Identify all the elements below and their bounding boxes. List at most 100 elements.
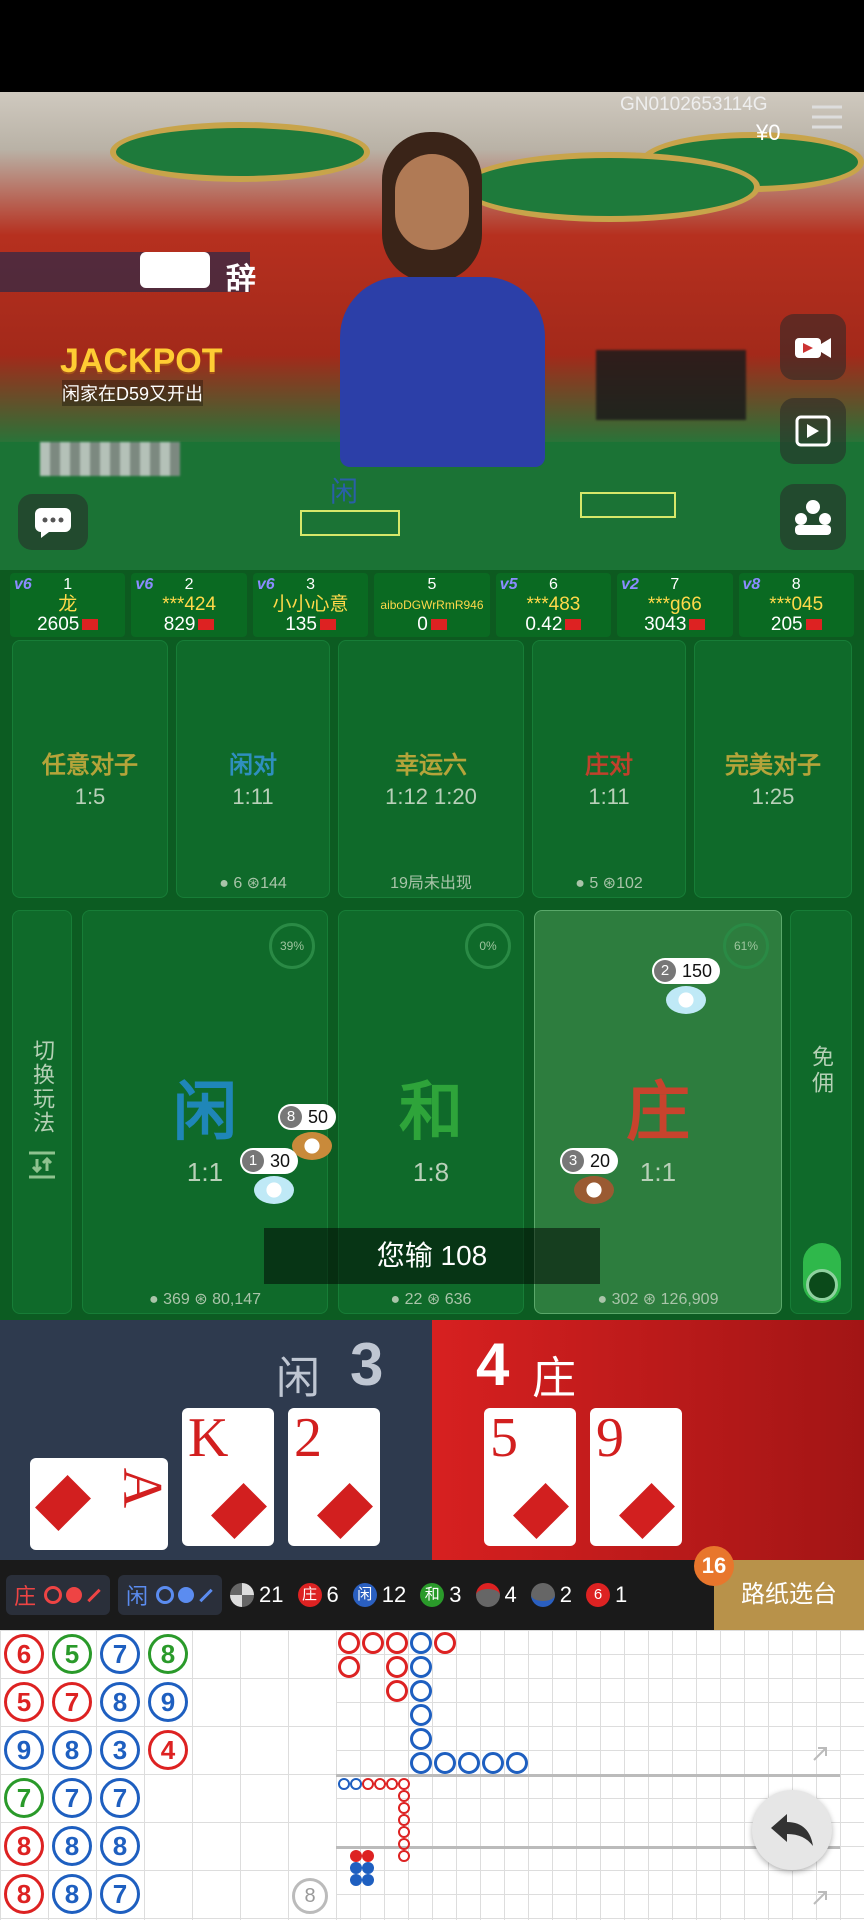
player-ask-road[interactable]: 闲: [118, 1575, 223, 1615]
flag-icon: [198, 619, 215, 631]
blurred-overlay: [596, 350, 746, 420]
back-button[interactable]: [752, 1790, 832, 1870]
hand-result-panel: 闲 3 4 庄 AK 2 5 9: [0, 1320, 864, 1560]
chat-button[interactable]: [18, 494, 88, 550]
bead-road-cell: 8: [100, 1682, 140, 1722]
player-name: ***483: [526, 594, 581, 615]
bead-road-cell: 8: [52, 1874, 92, 1914]
big-road-mark: [506, 1752, 528, 1774]
small-road-mark: [398, 1838, 410, 1850]
expand-icon[interactable]: [808, 1886, 832, 1910]
switch-mode-label: 切换玩法: [30, 1039, 55, 1135]
bead-road-cell: 5: [52, 1634, 92, 1674]
player-name: ***045: [769, 594, 824, 615]
player-name: ***424: [162, 594, 217, 615]
bead-road-cell: 8: [148, 1634, 188, 1674]
commission-free-toggle[interactable]: [803, 1243, 841, 1303]
diamond-icon: [513, 1483, 569, 1539]
bet-title: 任意对子: [42, 752, 138, 779]
banker-pill-label: 庄: [14, 1584, 37, 1609]
player-score: 3: [350, 1331, 384, 1398]
player-balance: 0: [417, 614, 428, 635]
disable-icon: [806, 1269, 838, 1301]
banker-ask-road[interactable]: 庄: [6, 1575, 111, 1615]
big-road-mark: [386, 1632, 408, 1654]
chip-bet-label: 2 150: [652, 958, 721, 984]
side-bet-1[interactable]: 任意对子 1:5: [12, 640, 168, 898]
big-road-mark: [410, 1704, 432, 1726]
player-seat[interactable]: v2 7 ***g66 3043: [617, 573, 733, 637]
vip-level: v6: [256, 576, 275, 593]
bet-total: 80,147: [212, 1291, 262, 1308]
chip-icon: [574, 1176, 614, 1204]
expand-icon[interactable]: [808, 1742, 832, 1766]
bead-eye-mark: [362, 1874, 374, 1886]
player-seat[interactable]: v5 6 ***483 0.42: [495, 573, 612, 637]
big-road-mark: [338, 1632, 360, 1654]
commission-free-label: 免佣: [809, 1045, 834, 1097]
side-bet-2[interactable]: 闲对 1:11 ● 6 ⊛144: [176, 640, 330, 898]
announce-char: 辞: [226, 263, 256, 296]
chip-amount: 150: [682, 961, 713, 981]
chip-bet-label: 8 50: [278, 1104, 337, 1130]
stats-bar: 庄 闲 21 庄6 闲 12 和3 4 2 61 路纸选台 16: [0, 1546, 864, 1630]
people-icon: [795, 500, 831, 535]
betting-area: 任意对子 1:5 闲对 1:11 ● 6 ⊛144 幸运六 1:12 1:20 19局未出现庄…: [0, 640, 864, 1320]
chip-bet-label: 3 20: [560, 1148, 619, 1174]
player-seat[interactable]: v6 1 龙 2605: [10, 573, 126, 637]
small-road-mark: [398, 1814, 410, 1826]
lucky-six-note: 19局未出现: [390, 875, 472, 892]
chip-amount: 20: [590, 1151, 611, 1171]
player-balance: 0.42: [525, 614, 563, 635]
swap-icon: [29, 1151, 55, 1179]
big-road-mark: [482, 1752, 504, 1774]
side-bet-4[interactable]: 庄对 1:11 ● 5 ⊛102: [532, 640, 686, 898]
bead-road-cell: 7: [100, 1874, 140, 1914]
big-road-mark: [338, 1656, 360, 1678]
bet-title: 完美对子: [725, 752, 821, 779]
banker-card: 9: [590, 1408, 682, 1546]
banker-card: 5: [484, 1408, 576, 1546]
seat-badge: 1: [242, 1150, 264, 1172]
user-icon: ●: [597, 1291, 608, 1308]
seat-badge: 2: [654, 960, 676, 982]
banker-pair-count: 4: [475, 1582, 517, 1608]
chip-icon: ⊛: [422, 1291, 445, 1308]
players-lobby-button[interactable]: [780, 484, 846, 550]
player-balance: 205: [770, 614, 803, 635]
card-rank: K: [188, 1407, 229, 1469]
road-select-button[interactable]: 路纸选台: [714, 1560, 864, 1630]
banker-label: 庄: [532, 1354, 576, 1403]
player-seat[interactable]: v6 3 小小心意 135: [252, 573, 369, 637]
bead-road-cell: 8: [4, 1826, 44, 1866]
bettor-count: 22: [404, 1291, 423, 1308]
blurred-overlay: [40, 442, 180, 476]
bead-road-cell: 9: [4, 1730, 44, 1770]
live-video: 闲 GN0102653114G ¥0 辞 JACKPOT 闲家在D59又开出: [0, 92, 864, 570]
switch-mode-button[interactable]: 切换玩法: [12, 910, 72, 1314]
menu-icon[interactable]: [810, 102, 844, 132]
video-camera-button[interactable]: [780, 314, 846, 380]
bet-percentage: 61%: [723, 923, 769, 969]
side-bet-5[interactable]: 完美对子 1:25: [694, 640, 852, 898]
vip-level: v6: [14, 576, 32, 593]
jackpot-message: 闲家在D59又开出: [62, 380, 204, 406]
bet-percentage: 0%: [465, 923, 511, 969]
bettor-count: 369: [163, 1291, 190, 1308]
side-bet-3[interactable]: 幸运六 1:12 1:20 19局未出现: [338, 640, 524, 898]
player-seat[interactable]: v6 2 ***424 829: [131, 573, 247, 637]
vip-level: v2: [621, 576, 639, 593]
seat-badge: 8: [280, 1106, 302, 1128]
lucky-six-count: 61: [586, 1582, 627, 1608]
player-seat[interactable]: 5 aiboDGWrRmR946 0: [374, 573, 490, 637]
big-road-mark: [362, 1632, 384, 1654]
bet-title: 闲对: [229, 752, 277, 779]
diamond-icon: [317, 1483, 373, 1539]
small-road-mark: [398, 1790, 410, 1802]
vip-level: v6: [135, 576, 154, 593]
bet-odds: 1:8: [412, 1157, 450, 1187]
small-road-mark: [398, 1826, 410, 1838]
flag-icon: [82, 619, 99, 631]
player-seat[interactable]: v8 8 ***045 205: [738, 573, 854, 637]
replay-video-button[interactable]: [780, 398, 846, 464]
